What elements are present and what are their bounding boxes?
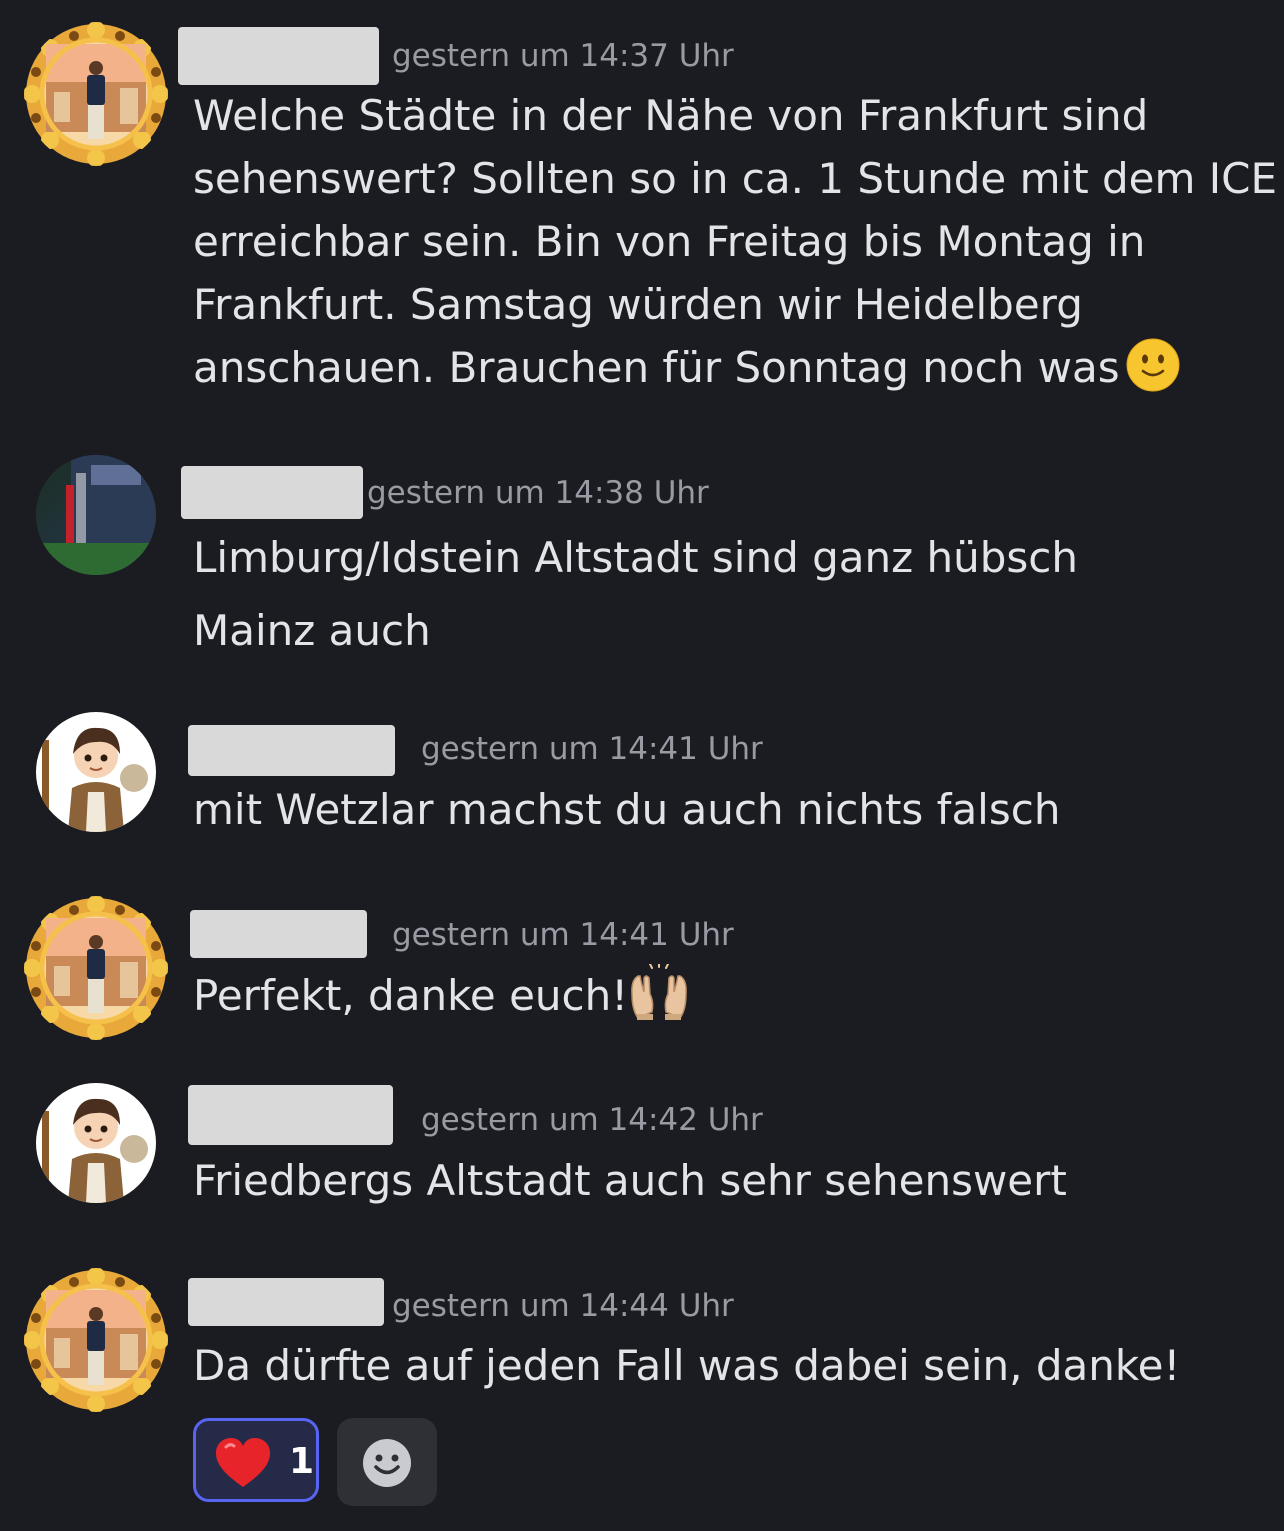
message-content: Friedbergs Altstadt auch sehr sehenswert (193, 1149, 1067, 1212)
message-line: Welche Städte in der Nähe von Frankfurt … (193, 91, 1149, 140)
smiley-add-reaction-icon (363, 1439, 411, 1487)
message-line: Da dürfte auf jeden Fall was dabei sein,… (193, 1341, 1181, 1390)
user-avatar[interactable] (24, 896, 168, 1040)
message-line: Perfekt, danke euch! (193, 964, 690, 1027)
message-line: Mainz auch (193, 606, 431, 655)
redacted-username[interactable] (188, 725, 395, 776)
redacted-username[interactable] (188, 1085, 393, 1145)
message-timestamp: gestern um 14:41 Uhr (421, 731, 763, 767)
redacted-username[interactable] (181, 466, 363, 519)
message-timestamp: gestern um 14:38 Uhr (367, 475, 709, 511)
message-timestamp: gestern um 14:41 Uhr (392, 917, 734, 953)
message-content: mit Wetzlar machst du auch nichts falsch (193, 778, 1060, 841)
message-timestamp: gestern um 14:42 Uhr (421, 1102, 763, 1138)
redacted-username[interactable] (188, 1278, 384, 1326)
message-line-text: Perfekt, danke euch! (193, 971, 629, 1020)
user-avatar[interactable] (24, 1268, 168, 1412)
message-line: anschauen. Brauchen für Sonntag noch was (193, 336, 1277, 399)
redacted-username[interactable] (190, 910, 367, 958)
user-avatar[interactable] (24, 22, 168, 166)
message-line: erreichbar sein. Bin von Freitag bis Mon… (193, 217, 1146, 266)
red-heart-icon (216, 1438, 270, 1487)
message-line: Limburg/Idstein Altstadt sind ganz hübsc… (193, 533, 1078, 582)
message-content: Limburg/Idstein Altstadt sind ganz hübsc… (193, 521, 1078, 667)
user-avatar[interactable] (36, 455, 156, 575)
user-avatar[interactable] (36, 712, 156, 832)
message-line: Frankfurt. Samstag würden wir Heidelberg (193, 280, 1083, 329)
add-reaction-button[interactable] (337, 1418, 437, 1506)
user-avatar[interactable] (36, 1083, 156, 1203)
message-line: sehenswert? Sollten so in ca. 1 Stunde m… (193, 154, 1278, 203)
reaction-heart-button[interactable]: 1 (193, 1418, 319, 1502)
message-content: Perfekt, danke euch! (193, 964, 690, 1027)
message-content: Welche Städte in der Nähe von Frankfurt … (193, 84, 1277, 399)
message-timestamp: gestern um 14:37 Uhr (392, 38, 734, 74)
message-timestamp: gestern um 14:44 Uhr (392, 1288, 734, 1324)
message-line: mit Wetzlar machst du auch nichts falsch (193, 785, 1061, 834)
reaction-count: 1 (289, 1441, 315, 1482)
slightly-smiling-face-icon (1126, 338, 1180, 392)
redacted-username[interactable] (178, 27, 379, 85)
raising-hands-icon (631, 964, 687, 1020)
message-content: Da dürfte auf jeden Fall was dabei sein,… (193, 1334, 1180, 1397)
message-line: Friedbergs Altstadt auch sehr sehenswert (193, 1156, 1067, 1205)
message-line-text: anschauen. Brauchen für Sonntag noch was (193, 343, 1120, 392)
